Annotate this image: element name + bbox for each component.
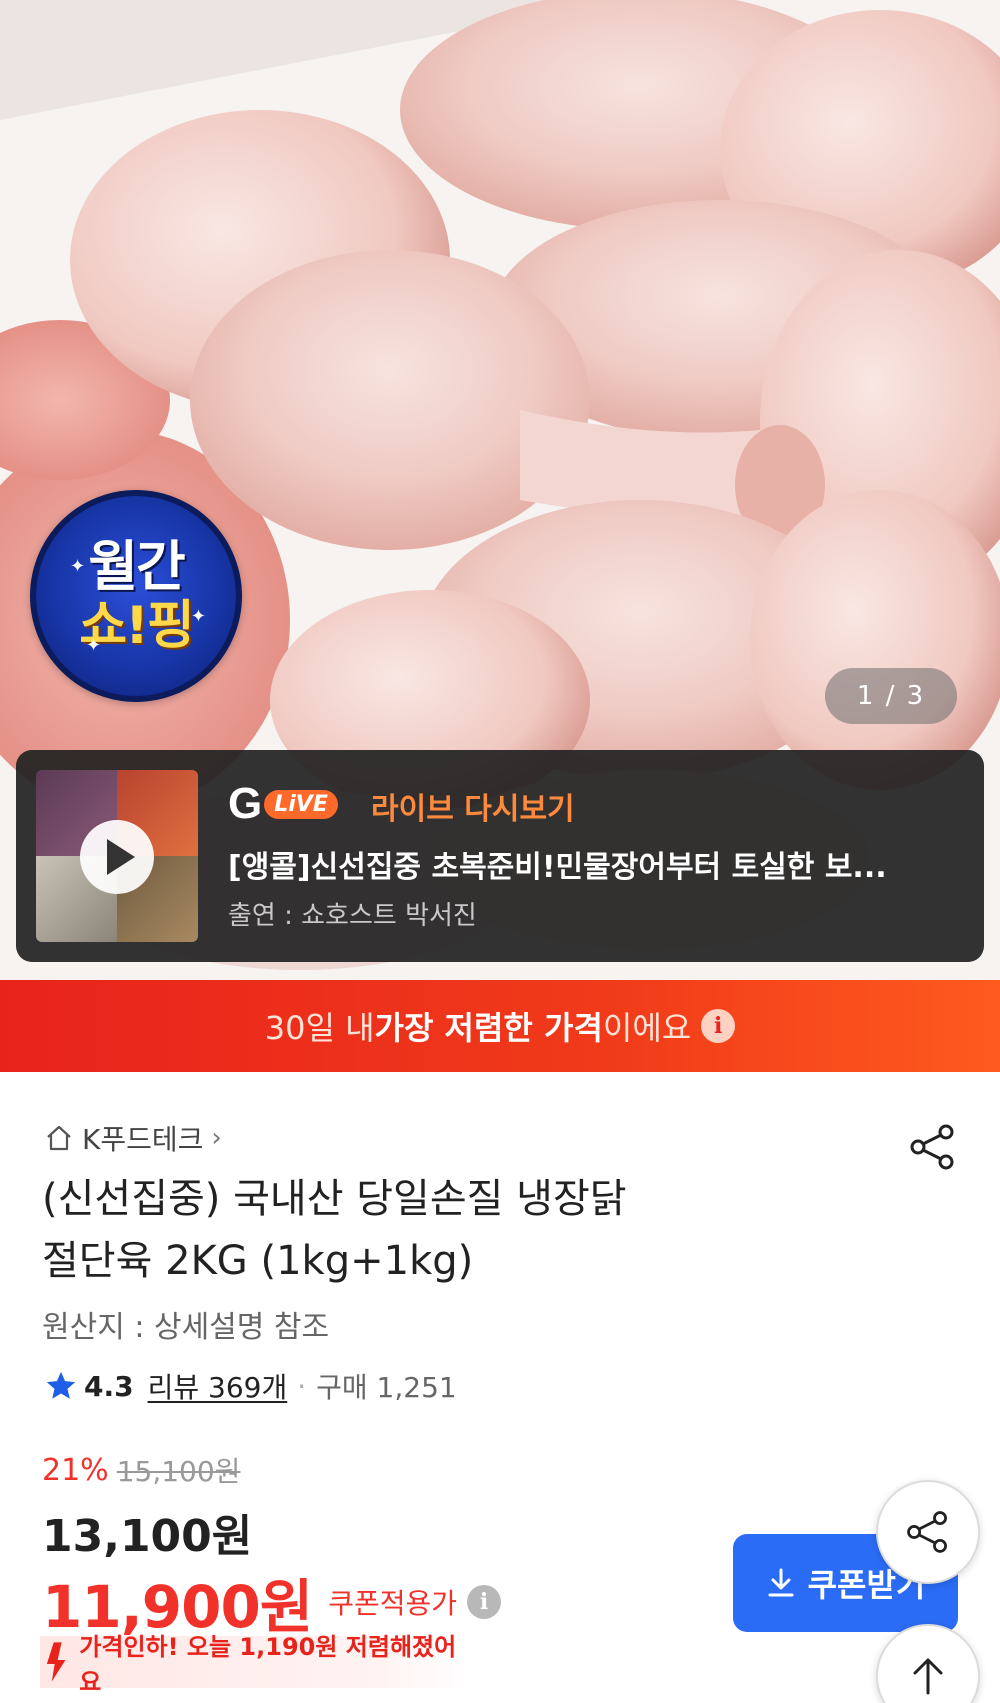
arrow-up-icon — [913, 1658, 943, 1695]
discount-percent: 21% — [42, 1452, 109, 1488]
star-icon — [46, 1371, 76, 1399]
sparkle-icon: ✦ — [190, 606, 206, 627]
glive-logo: G LiVE — [228, 782, 338, 826]
sale-price: 13,100원 — [42, 1511, 253, 1562]
rating-row: 4.3 리뷰 369개 · 구매 1,251 — [44, 1366, 457, 1406]
separator-dot: · — [297, 1369, 307, 1403]
price-drop-text: 가격인하! 오늘 1,190원 저렴해졌어요 — [79, 1633, 457, 1696]
lowest-price-banner[interactable]: 30일 내 가장 저렴한 가격 이에요 i — [0, 980, 1000, 1072]
home-icon — [47, 1125, 71, 1151]
info-icon[interactable]: i — [701, 1009, 736, 1043]
banner-text-strong: 가장 저렴한 가격 — [374, 1009, 603, 1047]
brand-name: K푸드테크 — [82, 1123, 204, 1156]
chevron-right-icon: › — [211, 1123, 222, 1153]
live-replay-card[interactable]: G LiVE 라이브 다시보기 [앵콜]신선집중 초복준비!민물장어부터 토실한… — [16, 750, 984, 962]
download-icon — [768, 1568, 794, 1597]
sparkle-icon: ✦ — [86, 635, 102, 656]
sparkle-icon: ✦ — [70, 556, 86, 577]
floating-share-button[interactable] — [876, 1480, 980, 1584]
info-icon[interactable]: i — [467, 1585, 501, 1619]
coupon-price-label: 쿠폰적용가 — [328, 1587, 457, 1620]
origin-info: 원산지 : 상세설명 참조 — [42, 1310, 330, 1345]
product-image-carousel[interactable]: ✦ ✦ ✦ 월간 쇼!핑 1 / 3 G LiVE 라이브 다시보기 [앵콜]신… — [0, 0, 1000, 980]
live-thumbnail[interactable] — [36, 770, 198, 942]
product-title: (신선집중) 국내산 당일손질 냉장닭 절단육 2KG (1kg+1kg) — [42, 1176, 627, 1284]
price-drop-notice: 가격인하! 오늘 1,190원 저렴해졌어요 — [40, 1633, 470, 1696]
image-counter: 1 / 3 — [825, 668, 957, 724]
play-icon[interactable] — [80, 820, 154, 894]
purchase-count: 구매 1,251 — [316, 1371, 457, 1404]
arrow-down-icon — [46, 1642, 66, 1682]
live-replay-label[interactable]: 라이브 다시보기 — [371, 784, 575, 828]
share-icon[interactable] — [906, 1120, 960, 1174]
live-cast: 출연 : 쇼호스트 박서진 — [228, 901, 477, 931]
brand-link[interactable]: K푸드테크 › — [44, 1118, 222, 1158]
share-icon — [907, 1511, 947, 1553]
banner-text-post: 이에요 — [602, 1009, 692, 1047]
review-count-link[interactable]: 리뷰 369개 — [148, 1366, 288, 1406]
banner-text-pre: 30일 내 — [264, 1009, 375, 1047]
live-title[interactable]: [앵콜]신선집중 초복준비!민물장어부터 토실한 보... — [228, 842, 958, 886]
rating-score: 4.3 — [84, 1369, 134, 1403]
original-price: 15,100원 — [116, 1455, 241, 1488]
scroll-to-top-button[interactable] — [876, 1624, 980, 1703]
discount-row: 21% 15,100원 — [42, 1450, 240, 1490]
badge-text-line1: 월간 — [88, 535, 185, 598]
monthly-shopping-badge: ✦ ✦ ✦ 월간 쇼!핑 — [30, 490, 242, 702]
